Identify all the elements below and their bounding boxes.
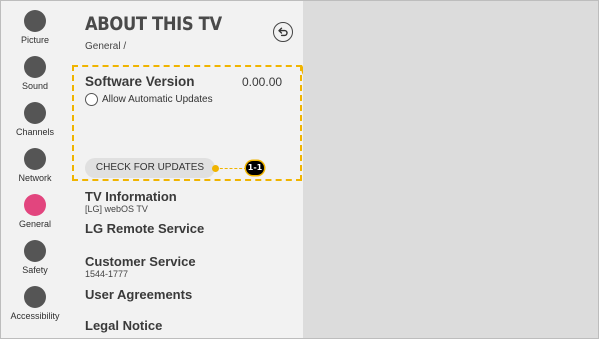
menu-item-user-agreements[interactable]: User Agreements [85, 288, 192, 302]
sidebar-item-label: Safety [22, 265, 48, 275]
sidebar-item-label: Accessibility [10, 311, 60, 321]
content-preview-area [303, 1, 598, 338]
sidebar-item-label: Channels [15, 127, 55, 137]
menu-item-title: User Agreements [85, 287, 193, 302]
auto-update-radio[interactable] [85, 93, 98, 106]
menu-item-title: Legal Notice [85, 318, 163, 333]
menu-item-title: LG Remote Service [85, 221, 205, 236]
menu-item-customer-service[interactable]: Customer Service 1544-1777 [85, 254, 196, 280]
sidebar-item-safety[interactable]: Safety [1, 240, 69, 276]
sidebar-item-channels[interactable]: Channels [1, 102, 69, 138]
menu-item-title: Customer Service [85, 254, 196, 269]
sound-icon [24, 56, 46, 78]
callout-leader-line [215, 168, 247, 169]
tv-settings-window: Picture Sound Channels Network General S… [0, 0, 599, 339]
breadcrumb: General / [85, 41, 127, 52]
menu-item-legal-notice[interactable]: Legal Notice [85, 319, 162, 333]
menu-item-subtitle: 1544-1777 [85, 269, 129, 279]
back-arrow-icon [278, 27, 288, 37]
auto-update-option[interactable]: Allow Automatic Updates [85, 92, 213, 107]
menu-item-lg-remote-service[interactable]: LG Remote Service [85, 222, 204, 236]
sidebar-item-accessibility[interactable]: Accessibility [1, 286, 69, 322]
safety-icon [24, 240, 46, 262]
network-icon [24, 148, 46, 170]
sidebar-item-general[interactable]: General [1, 194, 69, 230]
auto-update-label: Allow Automatic Updates [102, 94, 213, 105]
picture-icon [24, 10, 46, 32]
sidebar-item-sound[interactable]: Sound [1, 56, 69, 92]
sidebar-item-label: General [18, 219, 52, 229]
software-version-title: Software Version [85, 74, 195, 89]
sidebar-item-label: Picture [20, 35, 49, 45]
sidebar-item-network[interactable]: Network [1, 148, 69, 184]
menu-item-title: TV Information [85, 189, 177, 204]
sidebar-item-label: Sound [21, 81, 49, 91]
settings-sidebar: Picture Sound Channels Network General S… [1, 1, 69, 338]
page-title: ABOUT THIS TV [85, 13, 222, 35]
general-icon [24, 194, 46, 216]
menu-item-tv-information[interactable]: TV Information [LG] webOS TV [85, 189, 177, 215]
sidebar-item-label: Network [18, 173, 52, 183]
back-button[interactable] [273, 22, 293, 42]
software-version-value: 0.00.00 [242, 75, 283, 89]
check-for-updates-button[interactable]: CHECK FOR UPDATES [85, 158, 215, 178]
accessibility-icon [24, 286, 46, 308]
callout-marker-1-1: 1-1 [246, 161, 264, 175]
about-tv-panel: ABOUT THIS TV General / Software Version… [69, 1, 317, 338]
sidebar-item-picture[interactable]: Picture [1, 10, 69, 46]
channels-icon [24, 102, 46, 124]
menu-item-subtitle: [LG] webOS TV [85, 204, 148, 214]
